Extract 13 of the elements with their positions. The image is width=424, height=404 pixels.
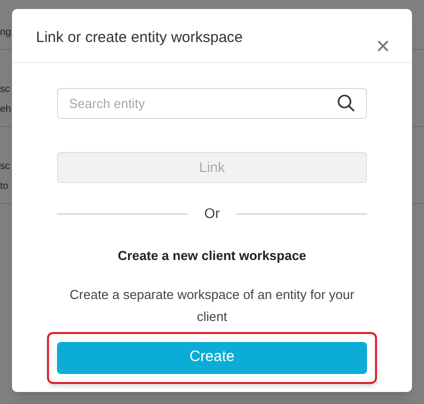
table-cell-text: sc [0, 161, 10, 173]
dialog-title: Link or create entity workspace [36, 29, 243, 47]
create-button[interactable]: Create [57, 342, 367, 374]
close-button[interactable]: × [376, 35, 390, 59]
separator-text: Or [204, 204, 220, 223]
table-cell-text: sc [0, 84, 10, 96]
table-cell-text: ng [0, 27, 12, 39]
table-cell-text: eh [0, 104, 12, 116]
table-cell-text: to [0, 181, 8, 193]
section-heading: Create a new client workspace [118, 247, 306, 265]
search-icon [337, 94, 355, 112]
search-field[interactable]: Search entity [57, 88, 367, 119]
description-text: Create a separate workspace of an entity for your client [68, 286, 356, 326]
